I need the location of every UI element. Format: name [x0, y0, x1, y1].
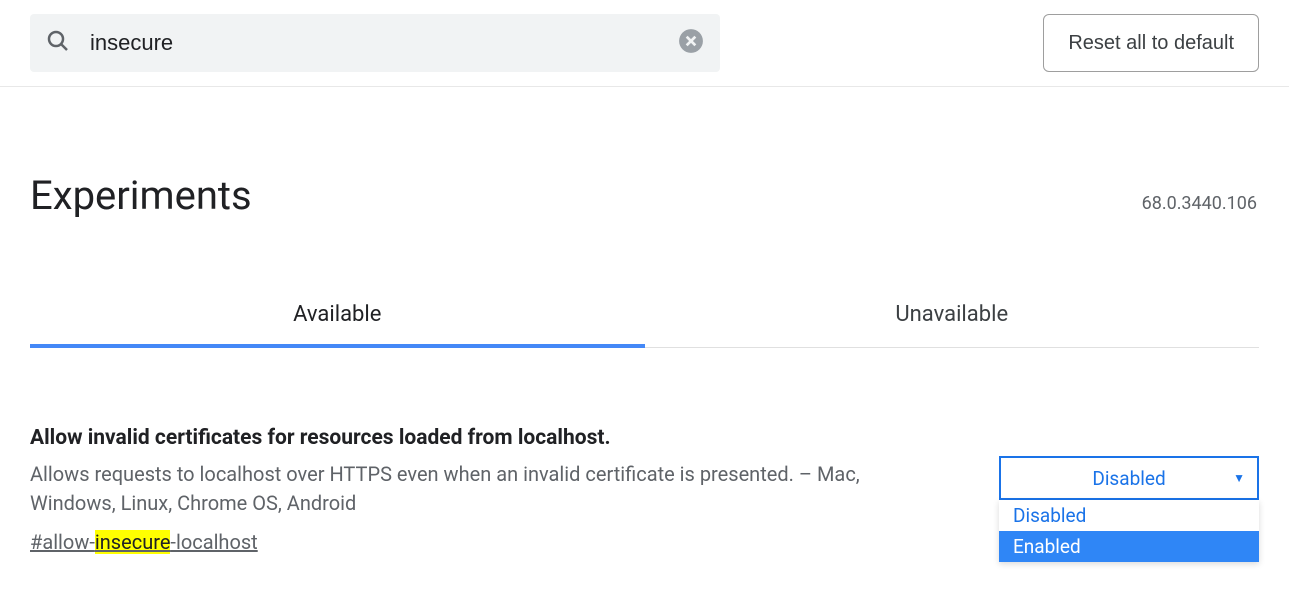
hash-prefix: #allow-	[30, 530, 95, 554]
tab-available[interactable]: Available	[30, 284, 645, 347]
hash-highlight: insecure	[95, 530, 171, 554]
flag-select-dropdown: Disabled Enabled	[999, 500, 1259, 562]
chevron-down-icon: ▼	[1233, 471, 1245, 485]
top-bar: Reset all to default	[0, 0, 1289, 87]
tab-unavailable[interactable]: Unavailable	[645, 284, 1260, 347]
tabs: Available Unavailable	[30, 284, 1259, 348]
flag-title: Allow invalid certificates for resources…	[30, 426, 950, 450]
search-input[interactable]	[90, 30, 678, 56]
option-disabled[interactable]: Disabled	[999, 500, 1259, 531]
reset-button[interactable]: Reset all to default	[1043, 14, 1259, 72]
version-label: 68.0.3440.106	[1142, 193, 1257, 214]
flag-hash-link[interactable]: #allow-insecure-localhost	[30, 530, 950, 554]
option-enabled[interactable]: Enabled	[999, 531, 1259, 562]
flag-control: Disabled ▼ Disabled Enabled	[999, 456, 1259, 500]
select-value: Disabled	[1092, 467, 1165, 490]
clear-icon[interactable]	[678, 28, 704, 58]
header-row: Experiments 68.0.3440.106	[30, 172, 1259, 219]
page-title: Experiments	[30, 172, 252, 219]
content: Experiments 68.0.3440.106 Available Unav…	[0, 172, 1289, 554]
flag-select[interactable]: Disabled ▼	[999, 456, 1259, 500]
flag-description: Allows requests to localhost over HTTPS …	[30, 460, 950, 518]
flag-text: Allow invalid certificates for resources…	[30, 426, 950, 554]
hash-suffix: -localhost	[170, 530, 257, 554]
search-icon	[46, 29, 70, 57]
search-box[interactable]	[30, 14, 720, 72]
flag-row: Allow invalid certificates for resources…	[30, 426, 1259, 554]
